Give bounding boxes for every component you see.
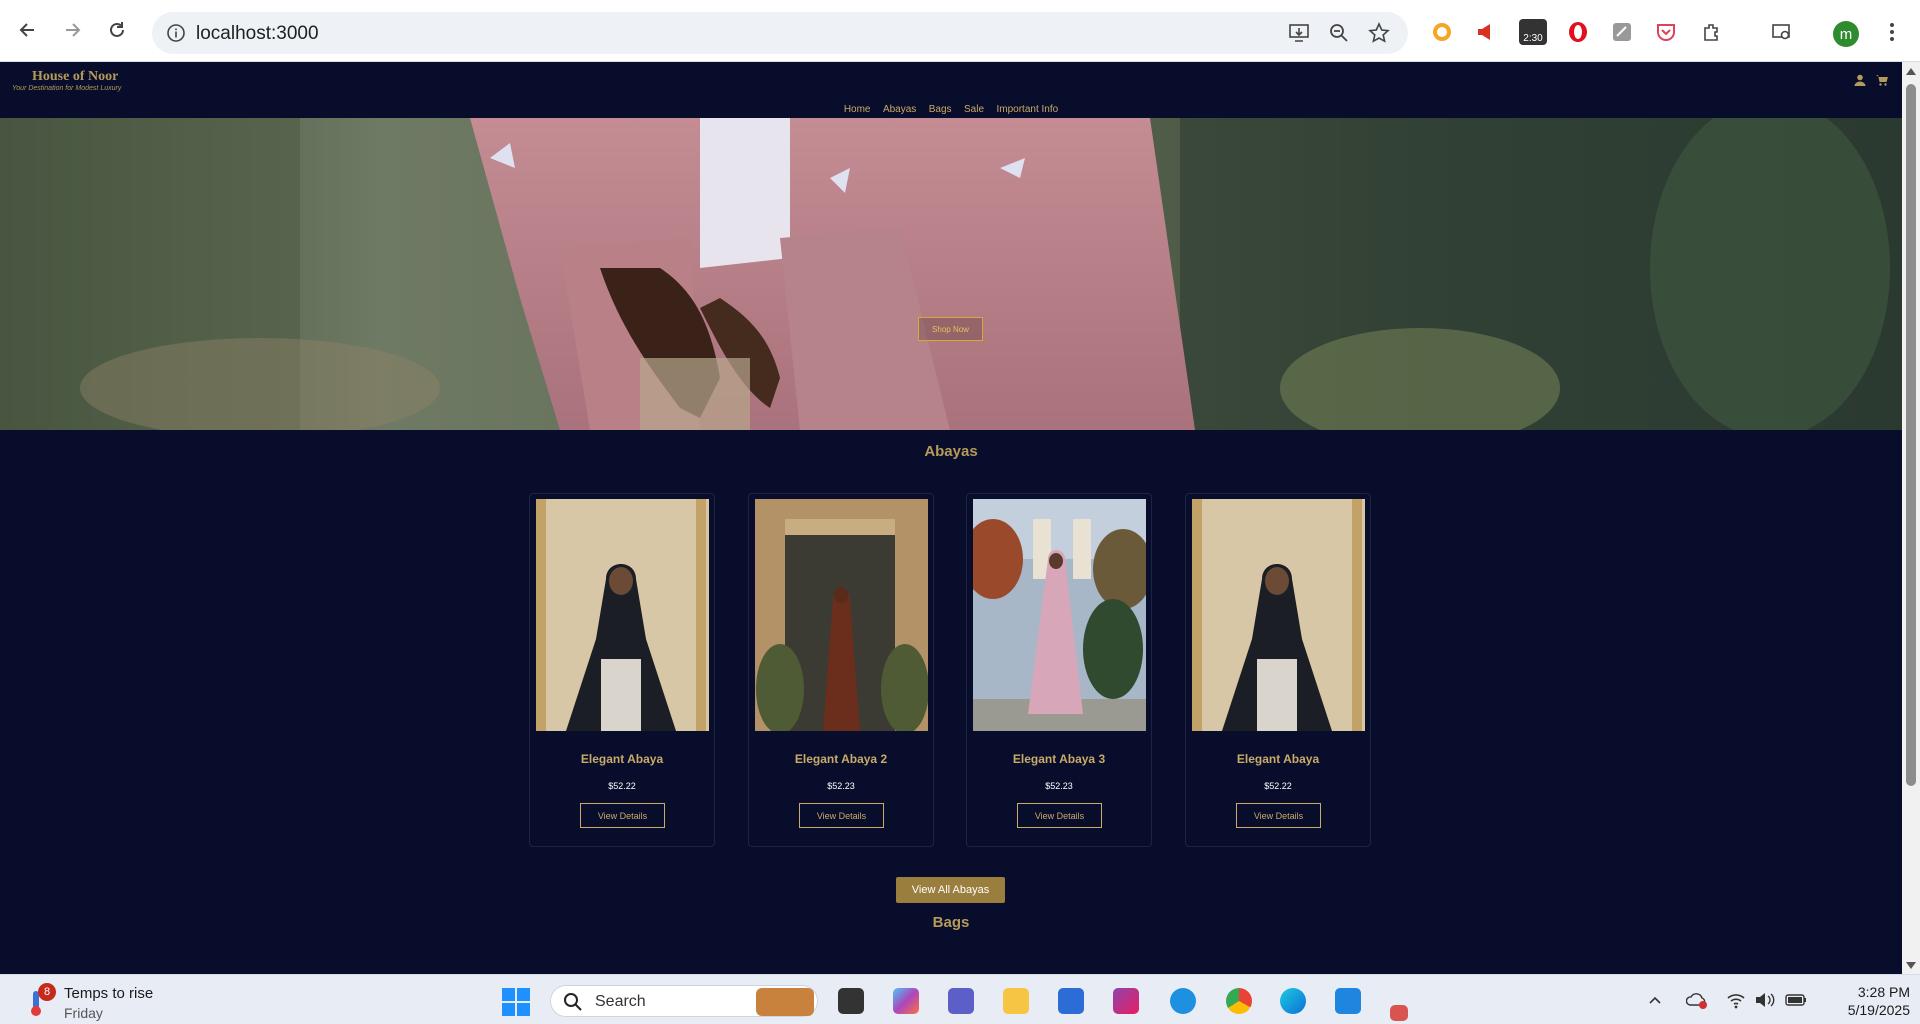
microsoft-store-icon[interactable]	[1058, 988, 1084, 1014]
megaphone-extension-icon[interactable]	[1474, 20, 1498, 44]
product-name[interactable]: Elegant Abaya	[530, 752, 714, 766]
url-text[interactable]: localhost:3000	[196, 23, 319, 45]
scrollbar-thumb[interactable]	[1906, 84, 1916, 786]
brand-tagline: Your Destination for Modest Luxury	[12, 85, 122, 92]
brand-logo[interactable]: House of Noor Your Destination for Modes…	[12, 69, 121, 92]
site-header: House of Noor Your Destination for Modes…	[0, 62, 1902, 118]
product-image[interactable]	[1192, 499, 1365, 731]
scroll-down-icon[interactable]	[1906, 962, 1916, 969]
nav-sale[interactable]: Sale	[964, 104, 984, 115]
reload-icon[interactable]	[103, 16, 131, 44]
product-name[interactable]: Elegant Abaya 2	[749, 752, 933, 766]
nav-bags[interactable]: Bags	[929, 104, 952, 115]
hero-image	[0, 118, 1902, 430]
scroll-up-icon[interactable]	[1906, 68, 1916, 75]
product-card[interactable]: Elegant Abaya $52.22 View Details	[529, 493, 715, 847]
wifi-icon[interactable]	[1726, 991, 1746, 1009]
product-image[interactable]	[755, 499, 928, 731]
chrome-icon[interactable]	[1226, 988, 1252, 1014]
onedrive-icon[interactable]	[1685, 991, 1708, 1009]
system-clock[interactable]: 3:28 PM 5/19/2025	[1820, 983, 1910, 1019]
product-image[interactable]	[973, 499, 1146, 731]
browser-toolbar: localhost:3000 2:30 m	[0, 0, 1920, 62]
product-price: $52.22	[1264, 781, 1292, 791]
brand-name: House of Noor	[32, 69, 119, 84]
hero-banner: Shop Now	[0, 118, 1902, 430]
clipchamp-icon[interactable]	[1113, 988, 1139, 1014]
view-details-button[interactable]: View Details	[1236, 803, 1321, 828]
site-info-icon[interactable]	[166, 23, 186, 43]
timer-extension-icon[interactable]: 2:30	[1518, 19, 1548, 45]
cart-icon[interactable]	[1876, 73, 1888, 86]
product-card[interactable]: Elegant Abaya 3 $52.23 View Details	[966, 493, 1152, 847]
tab-search-icon[interactable]	[1770, 20, 1794, 44]
snipping-tool-icon[interactable]	[1390, 1005, 1408, 1021]
weather-badge: 8	[38, 983, 56, 1001]
product-name[interactable]: Elegant Abaya	[1186, 752, 1370, 766]
edge-icon[interactable]	[1280, 988, 1306, 1014]
clock-time: 3:28 PM	[1857, 984, 1910, 1000]
file-explorer-icon[interactable]	[1003, 988, 1029, 1014]
bookmark-star-icon[interactable]	[1368, 22, 1390, 44]
nav-home[interactable]: Home	[844, 104, 871, 115]
nav-important-info[interactable]: Important Info	[996, 104, 1058, 115]
docker-icon[interactable]	[1170, 988, 1196, 1014]
view-all-abayas-button[interactable]: View All Abayas	[896, 877, 1005, 903]
bags-section-title: Bags	[932, 914, 970, 931]
vscode-icon[interactable]	[1335, 988, 1361, 1014]
view-details-button[interactable]: View Details	[580, 803, 665, 828]
nav-abayas[interactable]: Abayas	[883, 104, 916, 115]
product-image[interactable]	[536, 499, 709, 731]
windows-start-icon[interactable]	[502, 988, 530, 1016]
clock-date: 5/19/2025	[1847, 1002, 1910, 1018]
pocket-extension-icon[interactable]	[1654, 20, 1678, 44]
search-label: Search	[595, 993, 646, 1010]
copilot-icon[interactable]	[893, 988, 919, 1014]
extensions-puzzle-icon[interactable]	[1700, 20, 1724, 44]
zoom-icon[interactable]	[1328, 22, 1350, 44]
product-price: $52.23	[1045, 781, 1073, 791]
web-page: House of Noor Your Destination for Modes…	[0, 62, 1902, 974]
search-icon	[564, 993, 582, 1011]
weather-day[interactable]: Friday	[64, 1005, 103, 1021]
chrome-menu-icon[interactable]	[1880, 20, 1904, 44]
speed-extension-icon[interactable]	[1430, 20, 1454, 44]
taskbar: 8 Temps to rise Friday Search 3:28 PM 5/…	[0, 974, 1920, 1024]
view-details-button[interactable]: View Details	[799, 803, 884, 828]
search-highlight-image	[756, 988, 814, 1016]
page-scrollbar[interactable]	[1902, 62, 1920, 974]
show-hidden-icons-chevron[interactable]	[1648, 993, 1662, 1007]
timer-badge: 2:30	[1519, 19, 1547, 45]
back-icon[interactable]	[14, 16, 42, 44]
weather-title[interactable]: Temps to rise	[64, 985, 153, 1002]
product-card[interactable]: Elegant Abaya 2 $52.23 View Details	[748, 493, 934, 847]
product-card[interactable]: Elegant Abaya $52.22 View Details	[1185, 493, 1371, 847]
opera-extension-icon[interactable]	[1566, 20, 1590, 44]
abayas-section-title: Abayas	[924, 443, 978, 460]
volume-icon[interactable]	[1754, 991, 1776, 1009]
document-extension-icon[interactable]	[1610, 20, 1634, 44]
forward-icon[interactable]	[58, 16, 86, 44]
task-view-icon[interactable]	[838, 988, 864, 1014]
main-nav: Home Abayas Bags Sale Important Info	[0, 99, 1902, 117]
shop-now-button[interactable]: Shop Now	[918, 317, 983, 341]
product-name[interactable]: Elegant Abaya 3	[967, 752, 1151, 766]
profile-avatar[interactable]: m	[1833, 21, 1859, 47]
address-bar[interactable]: localhost:3000	[152, 12, 1408, 54]
product-price: $52.23	[827, 781, 855, 791]
taskbar-search[interactable]: Search	[550, 985, 818, 1017]
battery-icon[interactable]	[1784, 991, 1808, 1009]
install-app-icon[interactable]	[1288, 22, 1310, 44]
user-icon[interactable]	[1854, 73, 1866, 86]
view-details-button[interactable]: View Details	[1017, 803, 1102, 828]
product-price: $52.22	[608, 781, 636, 791]
teams-icon[interactable]	[948, 988, 974, 1014]
